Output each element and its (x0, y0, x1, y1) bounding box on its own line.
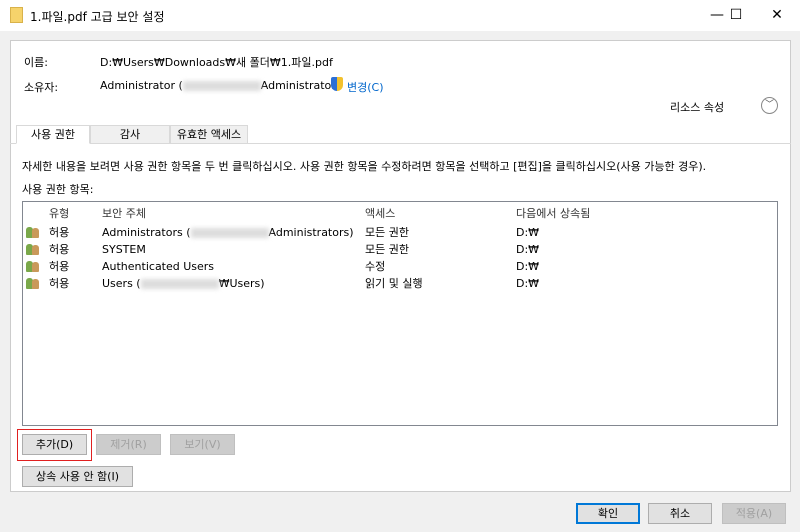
users-icon (26, 244, 40, 255)
row-access: 모든 권한 (365, 243, 409, 256)
name-value: D:₩Users₩Downloads₩새 폴더₩1.파일.pdf (100, 56, 333, 69)
ok-button[interactable]: 확인 (576, 503, 640, 524)
tab-auditing[interactable]: 감사 (90, 125, 170, 144)
window-title: 1.파일.pdf 고급 보안 설정 (30, 10, 165, 24)
redacted-text (182, 81, 261, 91)
users-icon (26, 261, 40, 272)
close-button[interactable]: ✕ (754, 0, 800, 31)
row-inherited: D:₩ (516, 277, 540, 290)
users-icon (26, 278, 40, 289)
principal-prefix: SYSTEM (102, 243, 146, 256)
row-access: 읽기 및 실행 (365, 277, 423, 290)
chevron-down-icon[interactable]: ﹀ (761, 97, 778, 114)
column-header-access[interactable]: 액세스 (365, 205, 395, 222)
view-button[interactable]: 보기(V) (170, 434, 235, 455)
tab-permissions[interactable]: 사용 권한 (16, 125, 90, 144)
table-row[interactable]: 허용 SYSTEM 모든 권한 D:₩ (23, 241, 777, 258)
row-access: 수정 (365, 260, 386, 273)
redacted-text (190, 228, 269, 238)
disable-inheritance-button[interactable]: 상속 사용 안 함(I) (22, 466, 133, 487)
column-header-type[interactable]: 유형 (49, 205, 69, 222)
owner-value: Administrator ( Administrator) (100, 79, 340, 92)
redacted-text (140, 279, 219, 289)
owner-prefix: Administrator ( (100, 79, 183, 92)
row-inherited: D:₩ (516, 226, 540, 239)
column-header-inherited[interactable]: 다음에서 상속됨 (516, 205, 590, 222)
users-icon (26, 227, 40, 238)
folder-icon (10, 7, 23, 23)
tab-divider (10, 143, 791, 144)
table-row[interactable]: 허용 Users ( ₩Users) 읽기 및 실행 D:₩ (23, 275, 777, 292)
change-owner-link[interactable]: 변경(C) (347, 79, 384, 95)
entries-label: 사용 권한 항목: (22, 183, 94, 196)
row-principal: Users ( ₩Users) (102, 275, 265, 292)
principal-suffix: Administrators) (268, 226, 354, 239)
principal-prefix: Authenticated Users (102, 260, 215, 273)
row-principal: Authenticated Users (102, 258, 214, 275)
owner-suffix: Administrator) (260, 79, 341, 92)
remove-button[interactable]: 제거(R) (96, 434, 161, 455)
principal-prefix: Administrators ( (102, 226, 191, 239)
apply-button[interactable]: 적용(A) (722, 503, 786, 524)
row-type: 허용 (49, 243, 70, 256)
list-header: 유형 보안 주체 액세스 다음에서 상속됨 (23, 205, 777, 222)
shield-icon (331, 77, 343, 91)
row-access: 모든 권한 (365, 226, 409, 239)
row-type: 허용 (49, 260, 70, 273)
owner-label: 소유자: (24, 81, 59, 94)
row-type: 허용 (49, 226, 70, 239)
principal-prefix: Users ( (102, 277, 141, 290)
cancel-button[interactable]: 취소 (648, 503, 712, 524)
row-type: 허용 (49, 277, 70, 290)
column-header-principal[interactable]: 보안 주체 (102, 205, 146, 222)
name-label: 이름: (24, 56, 48, 69)
table-row[interactable]: 허용 Administrators ( Administrators) 모든 권한… (23, 224, 777, 241)
row-inherited: D:₩ (516, 260, 540, 273)
table-row[interactable]: 허용 Authenticated Users 수정 D:₩ (23, 258, 777, 275)
row-principal: SYSTEM (102, 241, 146, 258)
maximize-button[interactable]: ☐ (716, 0, 756, 31)
row-principal: Administrators ( Administrators) (102, 224, 354, 241)
permission-entries-list[interactable]: 유형 보안 주체 액세스 다음에서 상속됨 허용 Administrators … (22, 201, 778, 426)
principal-suffix: ₩Users) (218, 277, 265, 290)
add-button[interactable]: 추가(D) (22, 434, 87, 455)
instructions-text: 자세한 내용을 보려면 사용 권한 항목을 두 번 클릭하십시오. 사용 권한 … (22, 160, 707, 173)
title-bar: 1.파일.pdf 고급 보안 설정 — ☐ ✕ (0, 0, 800, 31)
row-inherited: D:₩ (516, 243, 540, 256)
tab-effective-access[interactable]: 유효한 액세스 (170, 125, 248, 144)
resource-attributes-label[interactable]: 리소스 속성 (670, 99, 724, 115)
